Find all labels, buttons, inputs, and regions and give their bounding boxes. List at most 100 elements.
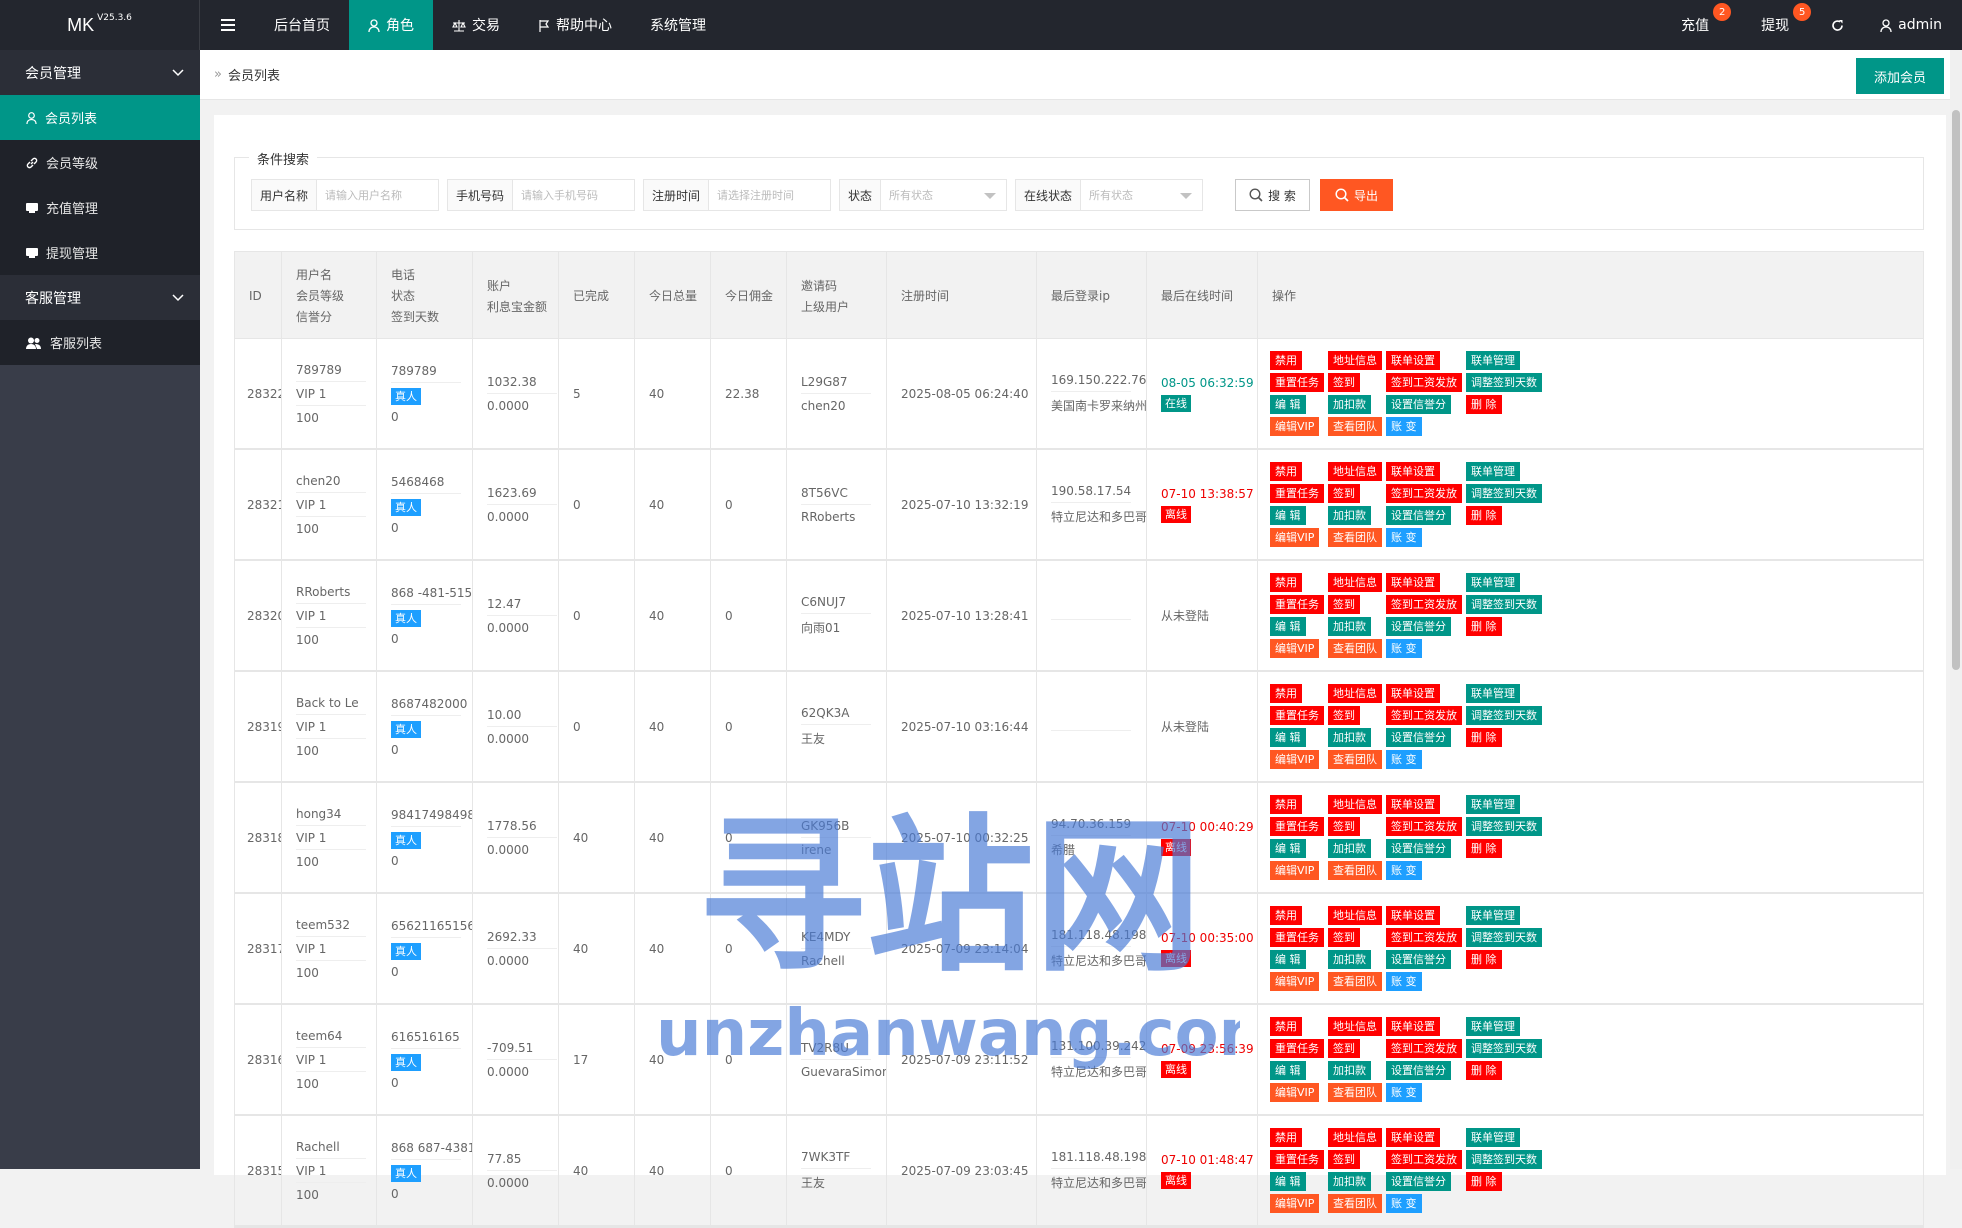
combo-manage-button[interactable]: 联单管理	[1466, 1128, 1520, 1147]
checkin-button[interactable]: 签到	[1328, 484, 1360, 503]
address-info-button[interactable]: 地址信息	[1328, 906, 1382, 925]
account-changes-button[interactable]: 账 变	[1386, 1083, 1422, 1102]
combo-settings-button[interactable]: 联单设置	[1386, 1128, 1440, 1147]
refresh-button[interactable]	[1815, 0, 1860, 50]
edit-vip-button[interactable]: 编辑VIP	[1270, 1083, 1320, 1102]
reset-task-button[interactable]: 重置任务	[1270, 817, 1324, 836]
combo-settings-button[interactable]: 联单设置	[1386, 573, 1440, 592]
edit-vip-button[interactable]: 编辑VIP	[1270, 861, 1320, 880]
sidebar-item-service-list[interactable]: 客服列表	[0, 320, 200, 365]
checkin-button[interactable]: 签到	[1328, 928, 1360, 947]
edit-button[interactable]: 编 辑	[1270, 395, 1306, 414]
account-changes-button[interactable]: 账 变	[1386, 750, 1422, 769]
adjust-balance-button[interactable]: 加扣款	[1328, 1061, 1371, 1080]
combo-manage-button[interactable]: 联单管理	[1466, 1017, 1520, 1036]
nav-system[interactable]: 系统管理	[631, 0, 725, 50]
adjust-balance-button[interactable]: 加扣款	[1328, 839, 1371, 858]
adjust-balance-button[interactable]: 加扣款	[1328, 728, 1371, 747]
reset-task-button[interactable]: 重置任务	[1270, 1150, 1324, 1169]
recharge-link[interactable]: 充值 2	[1655, 0, 1735, 50]
sidebar-group-service[interactable]: 客服管理	[0, 275, 200, 320]
username-field[interactable]: 用户名称 请输入用户名称	[251, 179, 439, 211]
phone-field[interactable]: 手机号码 请输入手机号码	[447, 179, 635, 211]
disable-button[interactable]: 禁用	[1270, 684, 1302, 703]
nav-role[interactable]: 角色	[349, 0, 433, 50]
reset-task-button[interactable]: 重置任务	[1270, 595, 1324, 614]
combo-settings-button[interactable]: 联单设置	[1386, 462, 1440, 481]
set-credit-button[interactable]: 设置信誉分	[1386, 506, 1451, 525]
logo[interactable]: MK V25.3.6	[0, 0, 200, 50]
disable-button[interactable]: 禁用	[1270, 462, 1302, 481]
address-info-button[interactable]: 地址信息	[1328, 795, 1382, 814]
edit-button[interactable]: 编 辑	[1270, 950, 1306, 969]
combo-manage-button[interactable]: 联单管理	[1466, 795, 1520, 814]
online-status-field[interactable]: 在线状态 所有状态	[1015, 179, 1203, 211]
checkin-salary-button[interactable]: 签到工资发放	[1386, 373, 1462, 392]
sidebar-item-withdraw[interactable]: 提现管理	[0, 230, 200, 275]
address-info-button[interactable]: 地址信息	[1328, 1128, 1382, 1147]
adjust-balance-button[interactable]: 加扣款	[1328, 395, 1371, 414]
reset-task-button[interactable]: 重置任务	[1270, 706, 1324, 725]
edit-button[interactable]: 编 辑	[1270, 617, 1306, 636]
adjust-balance-button[interactable]: 加扣款	[1328, 617, 1371, 636]
disable-button[interactable]: 禁用	[1270, 351, 1302, 370]
sidebar-group-members[interactable]: 会员管理	[0, 50, 200, 95]
disable-button[interactable]: 禁用	[1270, 795, 1302, 814]
regtime-field[interactable]: 注册时间 请选择注册时间	[643, 179, 831, 211]
checkin-salary-button[interactable]: 签到工资发放	[1386, 928, 1462, 947]
address-info-button[interactable]: 地址信息	[1328, 462, 1382, 481]
combo-manage-button[interactable]: 联单管理	[1466, 351, 1520, 370]
checkin-salary-button[interactable]: 签到工资发放	[1386, 817, 1462, 836]
address-info-button[interactable]: 地址信息	[1328, 573, 1382, 592]
sidebar-item-recharge[interactable]: 充值管理	[0, 185, 200, 230]
set-credit-button[interactable]: 设置信誉分	[1386, 950, 1451, 969]
adjust-balance-button[interactable]: 加扣款	[1328, 1172, 1371, 1191]
set-credit-button[interactable]: 设置信誉分	[1386, 1172, 1451, 1191]
scrollbar-thumb[interactable]	[1952, 110, 1960, 670]
combo-settings-button[interactable]: 联单设置	[1386, 906, 1440, 925]
adjust-checkin-days-button[interactable]: 调整签到天数	[1466, 1150, 1542, 1169]
combo-manage-button[interactable]: 联单管理	[1466, 684, 1520, 703]
adjust-checkin-days-button[interactable]: 调整签到天数	[1466, 928, 1542, 947]
delete-button[interactable]: 删 除	[1466, 506, 1502, 525]
sidebar-item-member-level[interactable]: 会员等级	[0, 140, 200, 185]
disable-button[interactable]: 禁用	[1270, 1017, 1302, 1036]
search-button[interactable]: 搜 索	[1235, 179, 1310, 211]
view-team-button[interactable]: 查看团队	[1328, 528, 1382, 547]
view-team-button[interactable]: 查看团队	[1328, 972, 1382, 991]
nav-trade[interactable]: 交易	[433, 0, 519, 50]
reset-task-button[interactable]: 重置任务	[1270, 1039, 1324, 1058]
online-status-select[interactable]: 所有状态	[1081, 180, 1202, 210]
combo-settings-button[interactable]: 联单设置	[1386, 1017, 1440, 1036]
view-team-button[interactable]: 查看团队	[1328, 417, 1382, 436]
set-credit-button[interactable]: 设置信誉分	[1386, 839, 1451, 858]
edit-vip-button[interactable]: 编辑VIP	[1270, 639, 1320, 658]
sidebar-item-member-list[interactable]: 会员列表	[0, 95, 200, 140]
set-credit-button[interactable]: 设置信誉分	[1386, 1061, 1451, 1080]
checkin-button[interactable]: 签到	[1328, 373, 1360, 392]
adjust-checkin-days-button[interactable]: 调整签到天数	[1466, 595, 1542, 614]
checkin-button[interactable]: 签到	[1328, 1150, 1360, 1169]
combo-settings-button[interactable]: 联单设置	[1386, 684, 1440, 703]
delete-button[interactable]: 删 除	[1466, 1061, 1502, 1080]
edit-button[interactable]: 编 辑	[1270, 506, 1306, 525]
account-changes-button[interactable]: 账 变	[1386, 639, 1422, 658]
adjust-balance-button[interactable]: 加扣款	[1328, 950, 1371, 969]
delete-button[interactable]: 删 除	[1466, 839, 1502, 858]
withdraw-link[interactable]: 提现 5	[1735, 0, 1815, 50]
delete-button[interactable]: 删 除	[1466, 728, 1502, 747]
combo-manage-button[interactable]: 联单管理	[1466, 906, 1520, 925]
regtime-input[interactable]: 请选择注册时间	[709, 180, 830, 210]
scrollbar[interactable]	[1950, 50, 1962, 1169]
disable-button[interactable]: 禁用	[1270, 1128, 1302, 1147]
checkin-salary-button[interactable]: 签到工资发放	[1386, 484, 1462, 503]
checkin-salary-button[interactable]: 签到工资发放	[1386, 1039, 1462, 1058]
adjust-checkin-days-button[interactable]: 调整签到天数	[1466, 484, 1542, 503]
address-info-button[interactable]: 地址信息	[1328, 351, 1382, 370]
view-team-button[interactable]: 查看团队	[1328, 750, 1382, 769]
disable-button[interactable]: 禁用	[1270, 906, 1302, 925]
checkin-salary-button[interactable]: 签到工资发放	[1386, 595, 1462, 614]
account-changes-button[interactable]: 账 变	[1386, 1194, 1422, 1213]
user-menu[interactable]: admin	[1860, 0, 1962, 50]
edit-button[interactable]: 编 辑	[1270, 839, 1306, 858]
